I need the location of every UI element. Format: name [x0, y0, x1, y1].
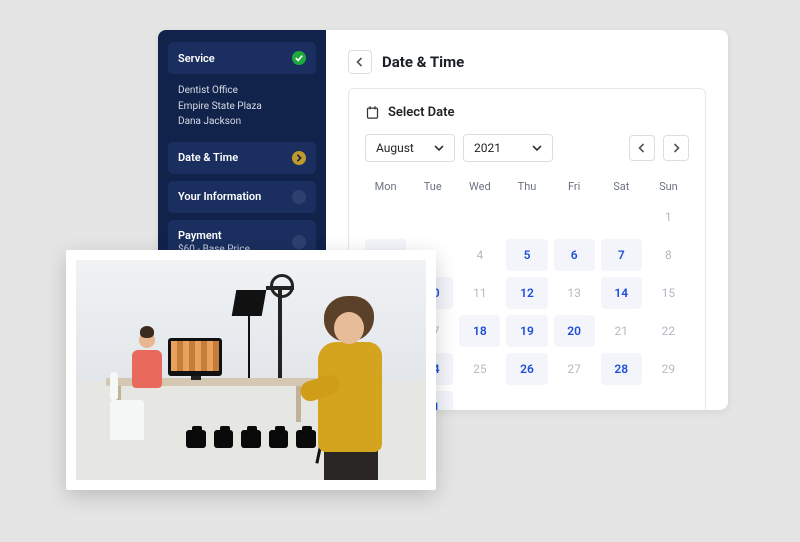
calendar-day[interactable]: 7 [601, 239, 642, 271]
calendar-day[interactable]: 12 [506, 277, 547, 309]
detail-line: Dana Jackson [178, 114, 306, 130]
calendar-icon [365, 105, 380, 120]
chevron-down-icon [532, 143, 542, 153]
chevron-down-icon [434, 143, 444, 153]
step-label: Date & Time [178, 151, 238, 164]
weekday: Sun [648, 176, 689, 201]
card-header: Select Date [365, 105, 689, 120]
calendar-day[interactable]: 26 [506, 353, 547, 385]
calendar-day: 25 [459, 353, 500, 385]
next-month-button[interactable] [663, 135, 689, 161]
year-select[interactable]: 2021 [463, 134, 553, 162]
prev-month-button[interactable] [629, 135, 655, 161]
weekday: Tue [412, 176, 453, 201]
detail-line: Dentist Office [178, 83, 306, 99]
step-your-information[interactable]: Your Information [168, 181, 316, 213]
calendar-day[interactable]: 5 [506, 239, 547, 271]
calendar-day: 15 [648, 277, 689, 309]
calendar-day: 29 [648, 353, 689, 385]
circle-icon [292, 190, 306, 204]
weekday: Thu [506, 176, 547, 201]
weekday-header: Mon Tue Wed Thu Fri Sat Sun [365, 176, 689, 201]
page-title: Date & Time [382, 53, 464, 71]
back-button[interactable] [348, 50, 372, 74]
detail-line: Empire State Plaza [178, 99, 306, 115]
calendar-day: 13 [554, 277, 595, 309]
calendar-day: 22 [648, 315, 689, 347]
step-service[interactable]: Service [168, 42, 316, 74]
calendar-day: 1 [648, 201, 689, 233]
calendar-day[interactable]: 18 [459, 315, 500, 347]
calendar-day[interactable]: 19 [506, 315, 547, 347]
step-date-time[interactable]: Date & Time [168, 142, 316, 174]
calendar-day: 8 [648, 239, 689, 271]
calendar-day: 21 [601, 315, 642, 347]
calendar-day: 27 [554, 353, 595, 385]
year-value: 2021 [474, 141, 501, 155]
chevron-right-icon [292, 151, 306, 165]
chevron-left-icon [355, 57, 365, 67]
photo-card [66, 250, 436, 490]
header: Date & Time [348, 50, 706, 74]
calendar-day: 11 [459, 277, 500, 309]
step-label: Service [178, 52, 215, 65]
chevron-right-icon [671, 143, 681, 153]
calendar-day[interactable]: 14 [601, 277, 642, 309]
check-icon [292, 51, 306, 65]
weekday: Sat [601, 176, 642, 201]
month-value: August [376, 141, 414, 155]
calendar-day[interactable]: 20 [554, 315, 595, 347]
chevron-left-icon [637, 143, 647, 153]
weekday: Wed [459, 176, 500, 201]
step-label: Your Information [178, 190, 261, 203]
month-select[interactable]: August [365, 134, 455, 162]
weekday: Fri [554, 176, 595, 201]
card-title: Select Date [388, 105, 455, 120]
studio-photo [76, 260, 426, 480]
step-service-details: Dentist Office Empire State Plaza Dana J… [168, 81, 316, 142]
calendar-controls: August 2021 [365, 134, 689, 162]
calendar-day[interactable]: 6 [554, 239, 595, 271]
step-label: Payment [178, 229, 250, 242]
calendar-day: 4 [459, 239, 500, 271]
circle-icon [292, 235, 306, 249]
weekday: Mon [365, 176, 406, 201]
calendar-day[interactable]: 28 [601, 353, 642, 385]
